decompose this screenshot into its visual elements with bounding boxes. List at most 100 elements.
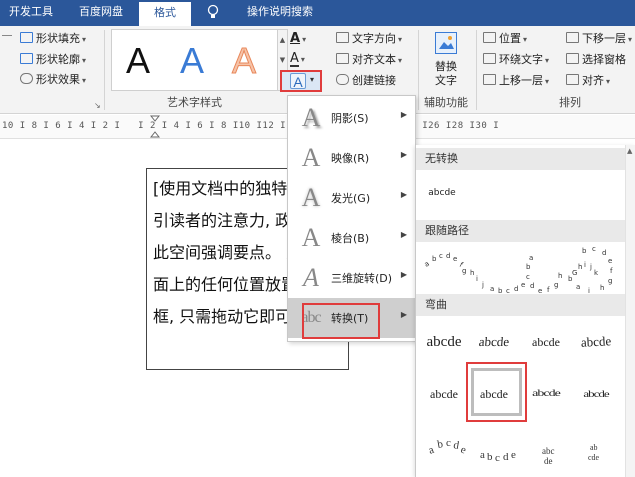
chevron-right-icon: ▶: [400, 110, 407, 119]
create-link-button[interactable]: 创建链接: [336, 72, 396, 90]
text-effects-button[interactable]: A ▾: [280, 70, 322, 92]
svg-text:de: de: [544, 456, 553, 466]
menu-item-glow[interactable]: A 发光(G) ▶: [288, 178, 415, 218]
selected-option-frame: [471, 368, 522, 416]
svg-text:abc: abc: [542, 446, 555, 456]
wordart-style-blue[interactable]: A: [172, 40, 212, 82]
text-line: [使用文档中的独特: [153, 179, 288, 198]
replace-text-button[interactable]: 替换 文字: [424, 30, 468, 94]
chevron-right-icon: ▶: [400, 150, 407, 159]
text-fill-button[interactable]: A ▾: [290, 30, 306, 48]
menu-item-bevel[interactable]: A 棱台(B) ▶: [288, 218, 415, 258]
chevron-down-icon: ▾: [606, 77, 611, 86]
warp-option[interactable]: abcde: [524, 384, 568, 405]
chevron-down-icon: ▾: [82, 76, 87, 85]
follow-path-button[interactable]: [564, 245, 619, 300]
no-transform-header: 无转换: [416, 148, 635, 170]
follow-path-arch-down[interactable]: [472, 245, 522, 300]
warp-header: 弯曲: [416, 294, 635, 316]
shape-fill-button[interactable]: 形状填充 ▾: [2, 30, 86, 48]
shape-outline-button[interactable]: 形状轮廓 ▾: [2, 51, 86, 69]
transform-submenu: 无转换 abcde 跟随路径 abcdefg hijabcde abcdefgh…: [415, 145, 635, 477]
arrange-group-label: 排列: [559, 96, 581, 109]
svg-text:b: b: [436, 438, 444, 451]
chevron-down-icon: ▾: [300, 55, 305, 64]
selection-pane-button[interactable]: 选择窗格: [566, 51, 626, 69]
svg-text:e: e: [511, 449, 516, 461]
follow-path-circle[interactable]: [522, 245, 562, 300]
warp-option[interactable]: abcde: [422, 327, 466, 357]
shape-effects-button[interactable]: 形状效果 ▾: [2, 71, 86, 89]
svg-text:c: c: [446, 437, 451, 449]
svg-text:b: b: [487, 451, 493, 463]
shadow-icon: A: [301, 103, 321, 132]
pen-icon: [20, 53, 33, 64]
chevron-down-icon: ▼: [279, 56, 286, 64]
wordart-style-gallery[interactable]: A A A ▲▼▾: [111, 29, 288, 91]
text-fill-icon: A: [290, 31, 301, 46]
chevron-down-icon: ▾: [82, 56, 87, 65]
text-direction-icon: [336, 32, 349, 43]
wordart-style-orange[interactable]: A: [224, 40, 264, 82]
bring-forward-icon: [483, 74, 496, 85]
send-backward-button[interactable]: 下移一层 ▾: [566, 30, 632, 48]
chevron-right-icon: ▶: [400, 190, 407, 199]
text-line: 此空间强调要点。 男: [153, 243, 303, 262]
dialog-launcher-icon[interactable]: ↘: [94, 101, 101, 110]
text-direction-button[interactable]: 文字方向 ▾: [336, 30, 402, 48]
image-alt-text-icon: [435, 32, 457, 54]
selection-pane-icon: [566, 53, 579, 64]
text-outline-button[interactable]: A ▾: [290, 50, 305, 68]
wrap-text-button[interactable]: 环绕文字 ▾: [483, 51, 549, 69]
tab-developer[interactable]: 开发工具: [0, 0, 62, 26]
indent-marker-icon[interactable]: [149, 115, 161, 139]
position-button[interactable]: 位置 ▾: [483, 30, 527, 48]
submenu-scrollbar[interactable]: ▲: [625, 145, 635, 477]
chevron-right-icon: ▶: [400, 310, 407, 319]
menu-item-3d-rotation[interactable]: A 三维旋转(D) ▶: [288, 258, 415, 298]
3d-rotation-icon: A: [303, 263, 319, 292]
tab-format[interactable]: 格式: [139, 0, 191, 26]
warp-option[interactable]: abcde: [524, 327, 568, 357]
aux-group-label: 辅助功能: [424, 96, 468, 109]
text-line: 引读者的注意力, 政: [153, 211, 292, 230]
wordart-group-label: 艺术字样式: [167, 96, 222, 109]
chevron-down-icon: ▾: [628, 35, 633, 44]
glow-icon: A: [301, 183, 321, 212]
wordart-style-black[interactable]: A: [118, 40, 158, 82]
bevel-icon: A: [301, 223, 321, 252]
chevron-down-icon: ▾: [545, 77, 550, 86]
warp-option[interactable]: abcde: [574, 384, 618, 405]
menu-item-reflection[interactable]: A 映像(R) ▶: [288, 138, 415, 178]
tab-baidu-netdisk[interactable]: 百度网盘: [66, 0, 136, 26]
svg-text:cde: cde: [588, 453, 600, 462]
follow-path-header: 跟随路径: [416, 220, 635, 242]
svg-text:d: d: [503, 451, 509, 463]
ribbon-tab-bar: 开发工具 百度网盘 格式 操作说明搜索: [0, 0, 635, 26]
align-text-button[interactable]: 对齐文本 ▾: [336, 51, 402, 69]
follow-path-arch-up[interactable]: [422, 245, 468, 300]
text-outline-icon: A: [290, 51, 299, 67]
text-line: 框, 只需拖动它即可。: [153, 307, 308, 326]
chevron-up-icon: ▲: [627, 147, 633, 155]
no-transform-option[interactable]: abcde: [422, 178, 462, 208]
send-backward-icon: [566, 32, 579, 43]
shape-effects-icon: [20, 73, 33, 84]
word-window: { "tabs": ["开发工具", "百度网盘", "格式", "操作说明搜索…: [0, 0, 635, 477]
group-divider: [476, 30, 477, 110]
warp-option[interactable]: abcde: [573, 326, 619, 358]
warp-option[interactable]: abcde: [471, 327, 518, 357]
chevron-right-icon: ▶: [400, 270, 407, 279]
align-button[interactable]: 对齐 ▾: [566, 72, 610, 90]
chevron-down-icon: ▾: [398, 35, 403, 44]
align-text-icon: [336, 53, 349, 64]
bring-forward-button[interactable]: 上移一层 ▾: [483, 72, 549, 90]
chevron-down-icon: ▾: [82, 35, 87, 44]
svg-text:ab: ab: [590, 443, 598, 452]
align-icon: [566, 74, 579, 85]
svg-text:e: e: [459, 444, 468, 457]
warp-option[interactable]: abcde: [422, 379, 466, 409]
chevron-down-icon: ▾: [310, 75, 315, 84]
tell-me-search[interactable]: 操作说明搜索: [224, 0, 336, 26]
menu-item-shadow[interactable]: A 阴影(S) ▶: [288, 98, 415, 138]
